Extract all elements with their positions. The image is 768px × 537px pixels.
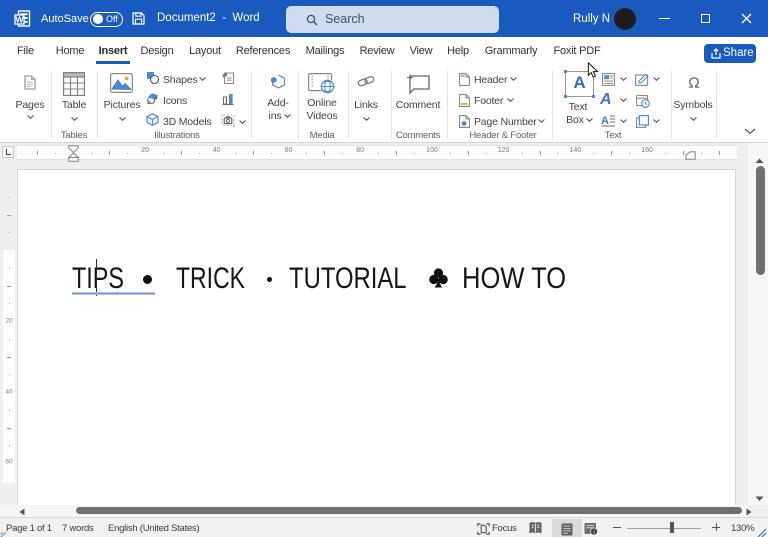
svg-text:W: W [15,14,24,24]
svg-text:A: A [601,115,609,127]
svg-text:i: i [593,530,594,536]
